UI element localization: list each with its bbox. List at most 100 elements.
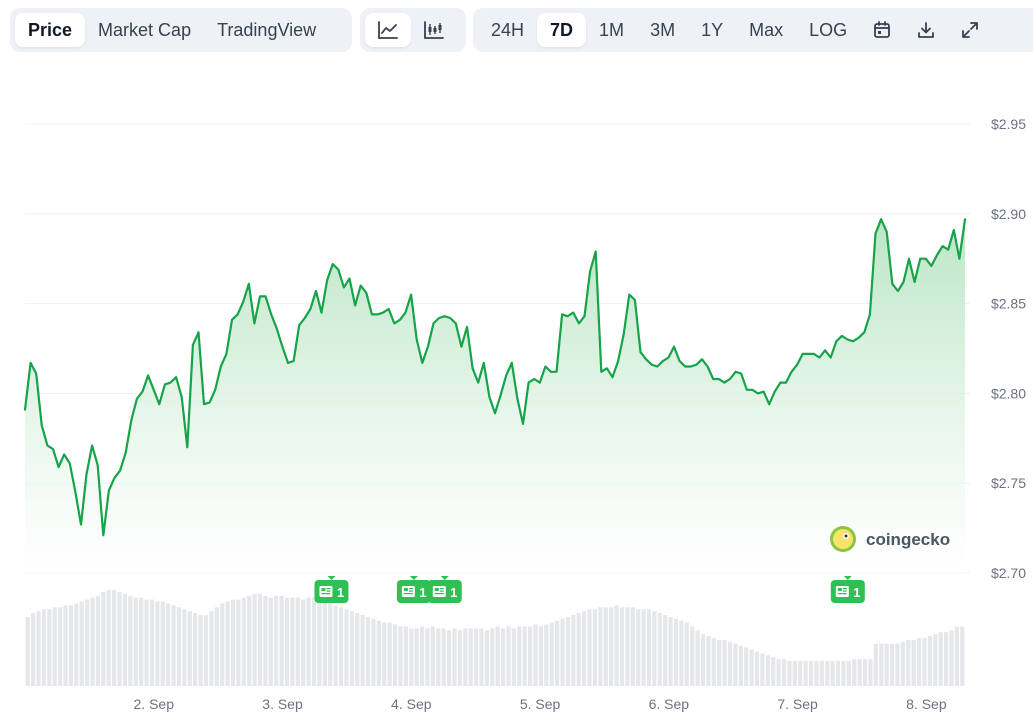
volume-bar	[403, 626, 408, 686]
news-marker[interactable]: 1	[427, 576, 462, 603]
volume-bar	[68, 605, 74, 686]
volume-bar	[522, 626, 527, 686]
volume-bar	[938, 632, 943, 686]
tab-market-cap[interactable]: Market Cap	[85, 13, 204, 47]
range-1m[interactable]: 1M	[586, 13, 637, 47]
log-scale-toggle[interactable]: LOG	[796, 13, 860, 47]
volume-bar	[344, 609, 349, 686]
volume-bar	[160, 601, 165, 686]
line-chart-button[interactable]	[365, 13, 411, 47]
volume-bar	[490, 628, 495, 686]
news-marker[interactable]: 1	[830, 576, 865, 603]
volume-bar	[338, 607, 344, 686]
volume-bar	[317, 599, 322, 686]
volume-bar	[209, 611, 214, 686]
volume-bar	[414, 628, 419, 686]
price-chart[interactable]: $2.95 $2.90 $2.85 $2.80 $2.75 $2.70 coingecko…	[0, 60, 1033, 718]
volume-bar	[808, 661, 814, 686]
volume-bar	[90, 597, 95, 686]
tab-tradingview[interactable]: TradingView	[204, 13, 329, 47]
volume-bar	[247, 595, 252, 686]
range-max[interactable]: Max	[736, 13, 796, 47]
volume-bar	[922, 638, 927, 686]
volume-bar	[484, 630, 489, 686]
range-7d[interactable]: 7D	[537, 13, 587, 47]
volume-bar	[911, 639, 916, 686]
volume-bar	[738, 645, 743, 686]
volume-bar	[117, 591, 122, 686]
coingecko-watermark: coingecko	[830, 526, 950, 552]
volume-bar	[387, 622, 392, 686]
volume-bar	[376, 620, 381, 686]
volume-bar	[182, 609, 187, 686]
volume-bar	[171, 605, 176, 686]
volume-bar	[203, 614, 209, 686]
newspaper-icon	[835, 586, 849, 597]
volume-bar	[52, 607, 57, 686]
volume-bar	[112, 590, 117, 686]
volume-bar	[657, 613, 662, 686]
volume-bar	[787, 661, 792, 686]
volume-bar	[322, 601, 327, 686]
fullscreen-button[interactable]	[948, 13, 992, 47]
news-markers: 1 1 1 1	[314, 576, 865, 603]
volume-bar	[452, 628, 457, 686]
volume-bar	[954, 626, 959, 686]
x-axis: 2. Sep 3. Sep 4. Sep 5. Sep 6. Sep 7. Sep 8. S…	[134, 696, 947, 712]
volume-bar	[771, 657, 776, 686]
volume-bar	[544, 624, 549, 686]
news-marker[interactable]: 1	[396, 576, 431, 603]
volume-bar	[31, 613, 36, 686]
range-3m[interactable]: 3M	[637, 13, 688, 47]
volume-bar	[133, 597, 138, 686]
calendar-button[interactable]	[860, 13, 904, 47]
news-count: 1	[337, 585, 344, 600]
volume-bar	[873, 643, 878, 686]
candlestick-chart-icon	[424, 21, 444, 39]
volume-bar	[949, 630, 954, 686]
volume-bar	[528, 626, 533, 686]
range-1y[interactable]: 1Y	[688, 13, 736, 47]
volume-bar	[425, 628, 430, 686]
volume-bar	[382, 622, 387, 686]
volume-bar	[879, 643, 884, 686]
tab-price[interactable]: Price	[15, 13, 86, 47]
volume-bar	[274, 595, 279, 686]
volume-bar	[85, 599, 90, 686]
volume-bar	[333, 605, 338, 686]
y-tick-label: $2.80	[991, 385, 1026, 401]
volume-bar	[700, 634, 706, 686]
volume-bar	[58, 607, 63, 686]
expand-icon	[962, 22, 979, 38]
download-button[interactable]	[904, 13, 948, 47]
y-tick-label: $2.90	[991, 206, 1026, 222]
y-tick-label: $2.75	[991, 475, 1026, 491]
volume-bar	[781, 659, 787, 686]
volume-bar	[619, 607, 625, 686]
volume-bar	[571, 614, 576, 686]
volume-bar	[360, 614, 365, 686]
volume-bar	[630, 607, 635, 686]
volume-bar	[517, 626, 522, 686]
volume-bar	[371, 618, 376, 686]
volume-bar	[495, 626, 500, 686]
chart-type-switcher: Price Market Cap TradingView	[10, 8, 352, 52]
volume-bar	[501, 628, 506, 686]
volume-bar	[166, 603, 171, 686]
volume-bar	[409, 628, 414, 686]
volume-bar	[814, 661, 819, 686]
volume-bar	[592, 609, 598, 686]
volume-bar	[663, 614, 668, 686]
volume-bar	[609, 607, 614, 686]
x-tick-label: 8. Sep	[906, 696, 947, 712]
volume-bar	[916, 638, 922, 686]
news-marker[interactable]: 1	[314, 576, 349, 603]
time-range-switcher: 24H 7D 1M 3M 1Y Max LOG	[473, 8, 1033, 52]
volume-bar	[614, 605, 619, 686]
volume-bar	[776, 659, 781, 686]
range-24h[interactable]: 24H	[478, 13, 537, 47]
volume-bar	[641, 609, 646, 686]
volume-bar	[711, 638, 716, 686]
candlestick-chart-button[interactable]	[411, 13, 457, 47]
volume-bar	[533, 624, 538, 686]
